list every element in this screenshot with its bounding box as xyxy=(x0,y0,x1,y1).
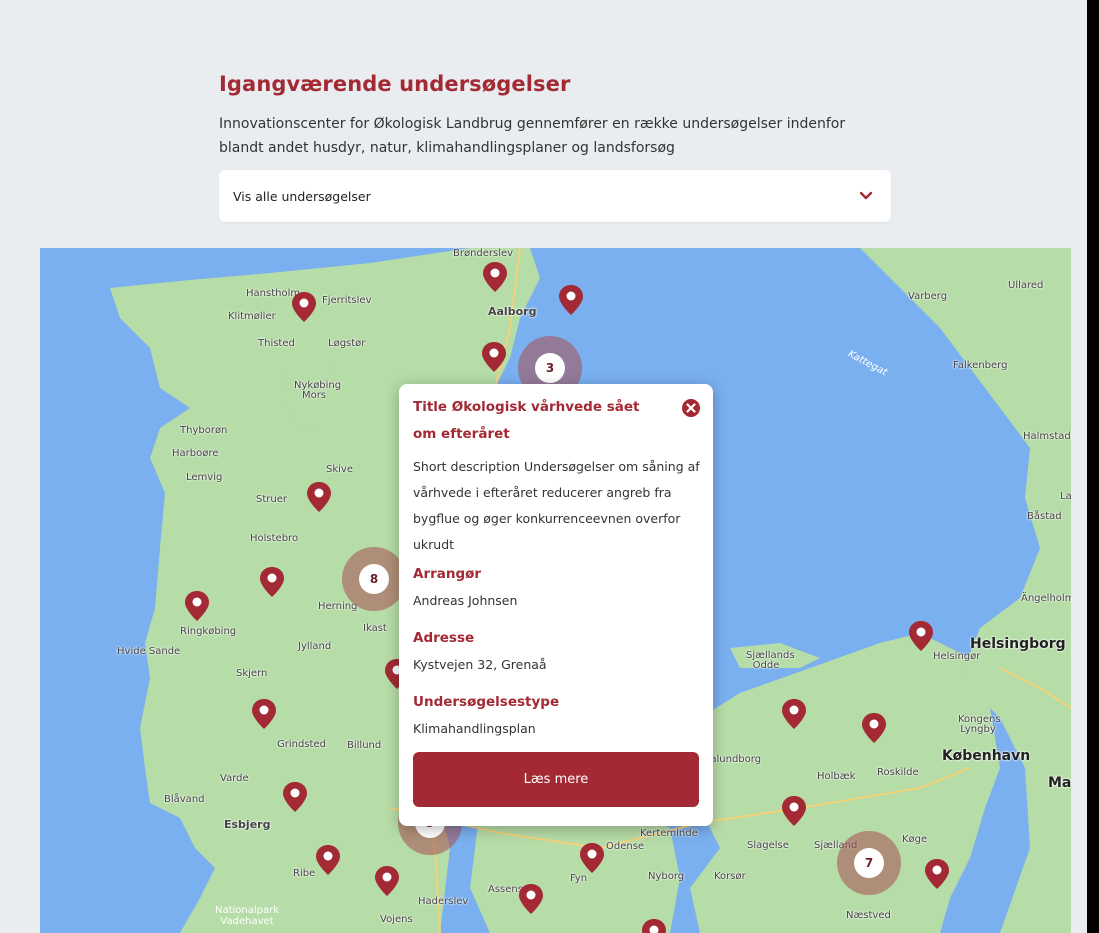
map-label: Blåvand xyxy=(164,794,205,805)
map-label: Ullared xyxy=(1008,280,1044,291)
map-label: Slagelse xyxy=(747,840,789,851)
survey-filter-select[interactable]: Vis alle undersøgelser xyxy=(219,170,891,222)
map-label: Grindsted xyxy=(277,739,326,750)
map-label: Ribe xyxy=(293,868,316,879)
popup-title: Title Økologisk vårhvede sået om efterår… xyxy=(413,399,640,442)
map-marker[interactable] xyxy=(259,566,285,598)
map-label: Roskilde xyxy=(877,767,919,778)
map-label: Skjern xyxy=(236,668,268,679)
map-marker[interactable] xyxy=(482,261,508,293)
map-label: Køge xyxy=(902,834,928,845)
map-label: Helsingør xyxy=(933,651,981,662)
map-label: Kongens Lyngby xyxy=(958,714,1001,735)
page-title: Igangværende undersøgelser xyxy=(219,72,571,96)
map-marker[interactable] xyxy=(558,284,584,316)
survey-map[interactable]: Brønderslev Hanstholm Fjerritslev Klitmø… xyxy=(40,248,1071,933)
map-label: Holstebro xyxy=(250,533,299,544)
popup-description: Short description Undersøgelser om sånin… xyxy=(413,459,700,552)
map-label: Hvide Sande xyxy=(117,646,181,657)
map-marker[interactable] xyxy=(924,858,950,890)
map-marker[interactable] xyxy=(481,341,507,373)
popup-organizer: Andreas Johnsen xyxy=(413,593,518,608)
map-marker[interactable] xyxy=(518,883,544,915)
map-marker[interactable] xyxy=(861,712,887,744)
map-marker[interactable] xyxy=(781,698,807,730)
chevron-down-icon xyxy=(859,191,873,200)
survey-filter-value: Vis alle undersøgelser xyxy=(233,188,371,204)
map-label: Thisted xyxy=(258,338,295,349)
map-marker[interactable] xyxy=(315,844,341,876)
map-marker[interactable] xyxy=(908,620,934,652)
page: Igangværende undersøgelser Innovationsce… xyxy=(0,0,1087,933)
popup-type-label: Undersøgelsestype xyxy=(413,694,560,710)
map-label: Næstved xyxy=(846,910,891,921)
map-label: Struer xyxy=(256,494,287,505)
map-label: København xyxy=(942,748,1031,764)
map-label: Halmstad xyxy=(1023,431,1071,442)
map-label: Falkenberg xyxy=(953,360,1008,371)
map-label: Billund xyxy=(347,740,382,751)
map-marker[interactable] xyxy=(251,698,277,730)
map-marker[interactable] xyxy=(306,481,332,513)
popup-address-label: Adresse xyxy=(413,630,475,646)
map-label: Aalborg xyxy=(488,305,537,318)
map-label: Helsingborg xyxy=(970,636,1066,652)
close-circle-icon[interactable] xyxy=(681,398,701,418)
map-label: Varde xyxy=(220,773,249,784)
map-label: Lemvig xyxy=(186,472,223,483)
map-label: Nykøbing Mors xyxy=(294,380,342,401)
map-label: Klitmøller xyxy=(228,311,276,322)
page-description: Innovationscenter for Økologisk Landbrug… xyxy=(219,116,846,156)
map-label: Fyn xyxy=(570,873,588,884)
map-label: Skive xyxy=(326,464,353,475)
map-marker[interactable] xyxy=(282,781,308,813)
popup-address: Kystvejen 32, Grenaå xyxy=(413,657,547,672)
map-label: Vojens xyxy=(380,914,413,925)
map-label: Thyborøn xyxy=(180,425,228,436)
map-label: Løgstør xyxy=(328,338,366,349)
map-label: Harboøre xyxy=(172,448,219,459)
map-label: Lal xyxy=(1060,491,1071,502)
map-marker[interactable] xyxy=(579,842,605,874)
map-marker[interactable] xyxy=(781,795,807,827)
map-label: Varberg xyxy=(908,291,948,302)
map-label: Korsør xyxy=(714,871,746,882)
popup-type: Klimahandlingsplan xyxy=(413,721,536,736)
map-marker[interactable] xyxy=(184,590,210,622)
map-label: Nationalpark Vadehavet xyxy=(214,905,280,927)
map-label: Esbjerg xyxy=(224,818,271,831)
map-marker[interactable] xyxy=(641,918,667,933)
popup-organizer-label: Arrangør xyxy=(413,566,482,582)
cluster-count: 8 xyxy=(359,564,389,594)
map-label: Odense xyxy=(606,841,645,852)
map-label: Ringkøbing xyxy=(180,626,237,637)
map-label: Kerteminde xyxy=(640,828,698,839)
map-cluster[interactable]: 8 xyxy=(342,547,406,611)
survey-info-popup: Title Økologisk vårhvede sået om efterår… xyxy=(399,384,713,826)
cluster-count: 3 xyxy=(535,353,565,383)
map-label: Ikast xyxy=(363,623,387,634)
map-label: Sjællands Odde xyxy=(746,650,795,671)
map-label: Nyborg xyxy=(648,871,685,882)
map-label: Haderslev xyxy=(418,896,469,907)
map-cluster[interactable]: 7 xyxy=(837,831,901,895)
read-more-button[interactable]: Læs mere xyxy=(413,752,699,807)
map-label: Jylland xyxy=(298,641,332,652)
map-label: Fjerritslev xyxy=(322,295,372,306)
map-marker[interactable] xyxy=(374,865,400,897)
map-label: Ängelholm xyxy=(1021,593,1071,604)
cluster-count: 7 xyxy=(854,848,884,878)
map-label: Mal xyxy=(1048,775,1071,791)
map-label: Brønderslev xyxy=(453,248,514,259)
map-label: Holbæk xyxy=(817,771,856,782)
map-label: Båstad xyxy=(1027,511,1062,522)
map-marker[interactable] xyxy=(291,291,317,323)
